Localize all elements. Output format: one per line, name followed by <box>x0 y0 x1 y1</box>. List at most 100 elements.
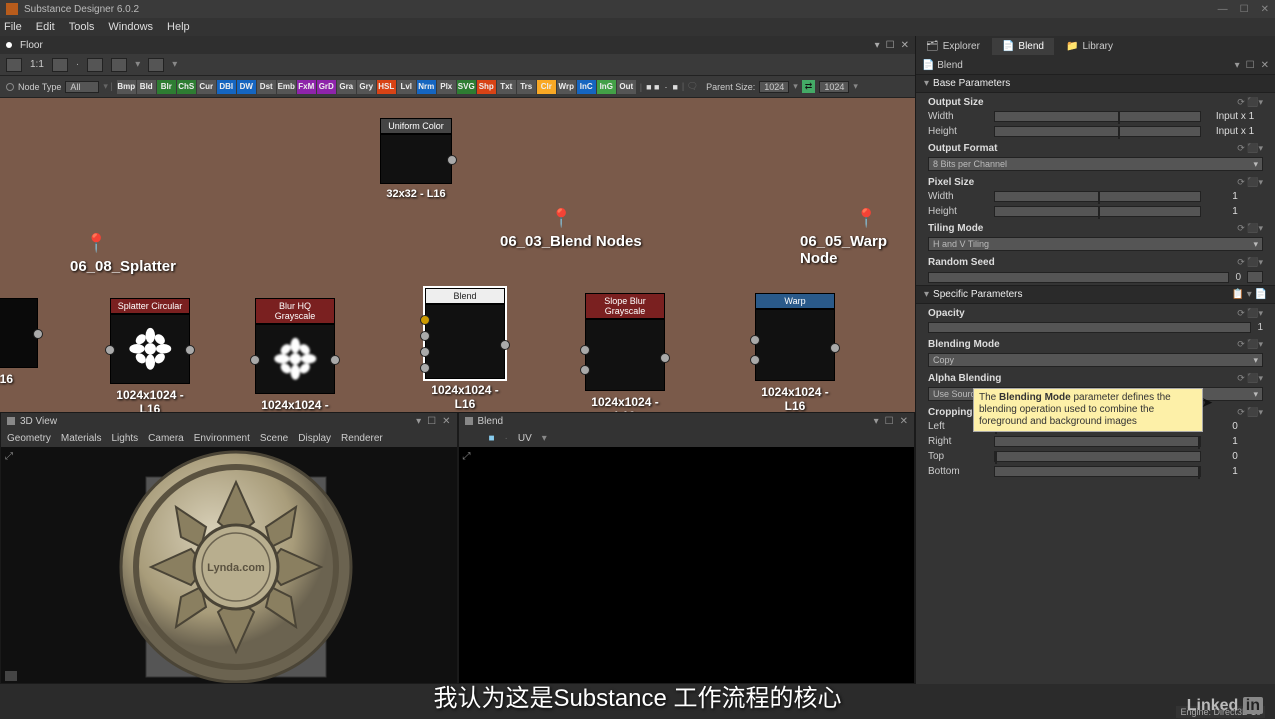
node-splatter-circular[interactable]: Splatter Circular 1024x1024 - L16 <box>110 298 190 412</box>
node-chip[interactable]: InC <box>577 80 596 94</box>
swap-icon[interactable] <box>148 58 164 72</box>
panel-max-icon[interactable]: ☐ <box>886 40 895 51</box>
crop-right-slider[interactable] <box>994 436 1201 447</box>
node-chip[interactable]: Shp <box>477 80 496 94</box>
group-output-size: Output Size⟳ ⬛▾ <box>916 93 1275 109</box>
section-specific-parameters[interactable]: ▾Specific Parameters📋 ▾ 📄 <box>916 285 1275 304</box>
node-chip[interactable]: GrD <box>317 80 336 94</box>
node-chip[interactable]: Clr <box>537 80 556 94</box>
viewport-3d[interactable]: Lynda.com ⤢ <box>1 447 457 683</box>
px-width-slider[interactable] <box>994 191 1201 202</box>
node-chip[interactable]: SVG <box>457 80 476 94</box>
tool-icon[interactable] <box>465 432 479 444</box>
node-chip[interactable]: ChS <box>177 80 196 94</box>
node-chip[interactable]: InG <box>597 80 616 94</box>
node-blend[interactable]: Blend 1024x1024 - L16 <box>425 288 505 411</box>
opacity-slider[interactable] <box>928 322 1251 333</box>
row-width: Width Input x 1 <box>916 109 1275 124</box>
expand-icon[interactable]: ⤢ <box>5 451 13 462</box>
node-chip[interactable]: Lvl <box>397 80 416 94</box>
node-edge[interactable]: - L16 <box>0 298 38 386</box>
crop-bottom-slider[interactable] <box>994 466 1201 477</box>
width-slider[interactable] <box>994 111 1201 122</box>
uv-toggle[interactable]: UV <box>518 433 532 444</box>
node-chip[interactable]: DBl <box>217 80 236 94</box>
menu-file[interactable]: File <box>4 21 22 33</box>
zoom-fit-button[interactable] <box>6 58 22 72</box>
menu-windows[interactable]: Windows <box>108 21 153 33</box>
search-icon[interactable] <box>6 83 14 91</box>
menu-edit[interactable]: Edit <box>36 21 55 33</box>
blending-mode-dropdown[interactable]: Copy▾ <box>928 353 1263 367</box>
nodetype-label: Node Type <box>18 82 61 92</box>
menu-help[interactable]: Help <box>167 21 190 33</box>
node-warp[interactable]: Warp 1024x1024 - L16 <box>755 293 835 412</box>
node-chip[interactable]: Bld <box>137 80 156 94</box>
panel-menu-icon[interactable]: ▾ <box>875 40 880 51</box>
panel-close-icon[interactable]: ✕ <box>901 40 909 51</box>
tab-blend[interactable]: 📄Blend <box>992 38 1054 55</box>
node-chip[interactable]: Wrp <box>557 80 576 94</box>
link-icon[interactable]: ⇄ <box>802 80 816 93</box>
app-icon <box>6 3 18 15</box>
graph-canvas[interactable]: 📍 06_08_Splatter 📍 06_03_Blend Nodes 📍 0… <box>0 98 915 412</box>
section-base-parameters[interactable]: ▾Base Parameters <box>916 74 1275 93</box>
close-icon[interactable]: ✕ <box>1261 4 1269 15</box>
axis-icon[interactable] <box>5 671 17 681</box>
lasso-icon[interactable] <box>87 58 103 72</box>
menu-renderer[interactable]: Renderer <box>341 433 383 444</box>
node-blur-hq-1[interactable]: Blur HQ Grayscale 1024x1024 - L16 <box>255 298 335 412</box>
menu-camera[interactable]: Camera <box>148 433 184 444</box>
node-chip[interactable]: Gra <box>337 80 356 94</box>
node-chip[interactable]: Gry <box>357 80 376 94</box>
node-chip[interactable]: Out <box>617 80 636 94</box>
region-label-splatter: 06_08_Splatter <box>70 258 176 275</box>
maximize-icon[interactable]: ☐ <box>1240 4 1249 15</box>
graph-tab[interactable]: Floor <box>20 40 43 51</box>
minimize-icon[interactable]: — <box>1218 4 1228 15</box>
node-chip[interactable]: Dst <box>257 80 276 94</box>
node-chip[interactable]: DW <box>237 80 256 94</box>
viewport-2d[interactable]: ⤢ <box>459 447 915 683</box>
menu-lights[interactable]: Lights <box>111 433 138 444</box>
node-chip[interactable]: HSL <box>377 80 396 94</box>
expand-icon[interactable]: ⤢ <box>463 451 471 462</box>
node-slope-blur[interactable]: Slope Blur Grayscale 1024x1024 - L16 <box>585 293 665 412</box>
pin-icon: 📍 <box>550 208 572 229</box>
menu-materials[interactable]: Materials <box>61 433 102 444</box>
tool-icon[interactable] <box>52 58 68 72</box>
menu-scene[interactable]: Scene <box>260 433 288 444</box>
nodetype-dropdown[interactable]: All <box>65 81 99 93</box>
zoom-scale[interactable]: 1:1 <box>30 59 44 70</box>
node-chip[interactable]: FxM <box>297 80 316 94</box>
node-chip[interactable]: Plx <box>437 80 456 94</box>
tab-explorer[interactable]: 🗂Explorer <box>916 38 990 55</box>
tab-library[interactable]: 📁Library <box>1056 38 1123 55</box>
paint-icon[interactable] <box>111 58 127 72</box>
node-chip[interactable]: Blr <box>157 80 176 94</box>
tiling-dropdown[interactable]: H and V Tiling▾ <box>928 237 1263 251</box>
px-height-slider[interactable] <box>994 206 1201 217</box>
menu-geometry[interactable]: Geometry <box>7 433 51 444</box>
parentsize-w[interactable]: 1024 <box>759 81 789 93</box>
node-chip[interactable]: Emb <box>277 80 296 94</box>
watermark: Linked in <box>1187 697 1263 715</box>
height-slider[interactable] <box>994 126 1201 137</box>
output-format-dropdown[interactable]: 8 Bits per Channel▾ <box>928 157 1263 171</box>
panel-3d-view: 3D View ▾☐✕ Geometry Materials Lights Ca… <box>0 412 458 684</box>
menu-tools[interactable]: Tools <box>69 21 95 33</box>
crop-top-slider[interactable] <box>994 451 1201 462</box>
parentsize-h[interactable]: 1024 <box>819 81 849 93</box>
seed-slider[interactable] <box>928 272 1229 283</box>
node-chip[interactable]: Txt <box>497 80 516 94</box>
node-chip[interactable]: Bmp <box>117 80 136 94</box>
menu-display[interactable]: Display <box>298 433 331 444</box>
parentsize-label: Parent Size: <box>706 82 755 92</box>
seed-button[interactable] <box>1247 271 1263 283</box>
node-chip[interactable]: Cur <box>197 80 216 94</box>
node-chip[interactable]: Trs <box>517 80 536 94</box>
node-chip[interactable]: Nrm <box>417 80 436 94</box>
node-uniform-color[interactable]: Uniform Color 32x32 - L16 <box>380 118 452 200</box>
menu-environment[interactable]: Environment <box>194 433 250 444</box>
svg-text:Lynda.com: Lynda.com <box>207 562 265 574</box>
